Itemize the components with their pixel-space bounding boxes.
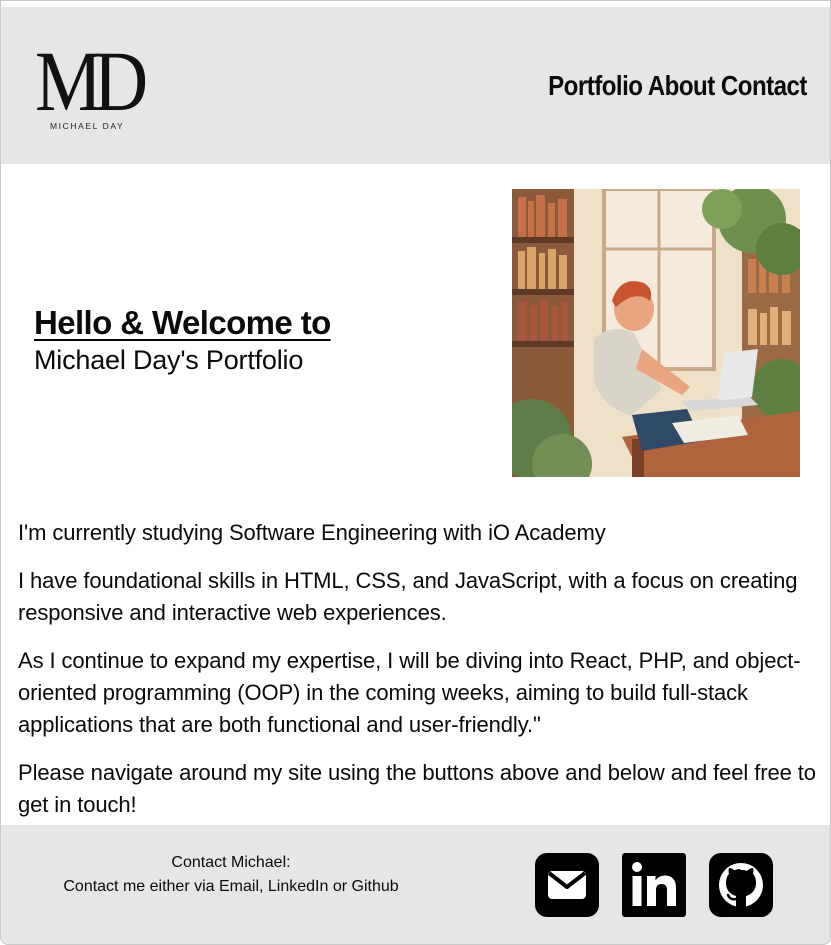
site-footer: Contact Michael: Contact me either via E…: [1, 825, 830, 944]
intro-paragraph-2: I have foundational skills in HTML, CSS,…: [18, 568, 798, 625]
contact-heading: Contact Michael:: [171, 854, 291, 871]
hero-subtitle: Michael Day's Portfolio: [34, 345, 304, 375]
nav-portfolio[interactable]: Portfolio: [548, 70, 643, 101]
email-icon[interactable]: [535, 853, 599, 917]
nav-contact[interactable]: Contact: [721, 70, 808, 101]
github-icon[interactable]: [709, 853, 773, 917]
main-nav: Portfolio About Contact: [548, 70, 807, 102]
page: MD MICHAEL DAY Portfolio About Contact H…: [0, 0, 831, 945]
intro-paragraph-4: Please navigate around my site using the…: [18, 760, 816, 817]
hero-heading: Hello & Welcome to Michael Day's Portfol…: [34, 303, 331, 377]
contact-block: Contact Michael: Contact me either via E…: [31, 851, 431, 899]
logo-subtitle: MICHAEL DAY: [50, 121, 125, 131]
linkedin-icon[interactable]: [622, 853, 686, 917]
hero-title: Hello & Welcome to: [34, 304, 331, 341]
contact-text: Contact me either via Email, LinkedIn or…: [63, 878, 399, 895]
site-header: MD MICHAEL DAY Portfolio About Contact: [1, 4, 830, 164]
nav-about[interactable]: About: [648, 70, 715, 101]
logo[interactable]: MD MICHAEL DAY: [35, 38, 155, 134]
top-edge: [1, 4, 830, 7]
hero-illustration: [512, 189, 800, 477]
intro-content: I'm currently studying Software Engineer…: [18, 517, 823, 837]
logo-monogram: MD: [35, 33, 148, 129]
intro-paragraph-1: I'm currently studying Software Engineer…: [18, 520, 606, 545]
intro-paragraph-3: As I continue to expand my expertise, I …: [18, 648, 801, 737]
